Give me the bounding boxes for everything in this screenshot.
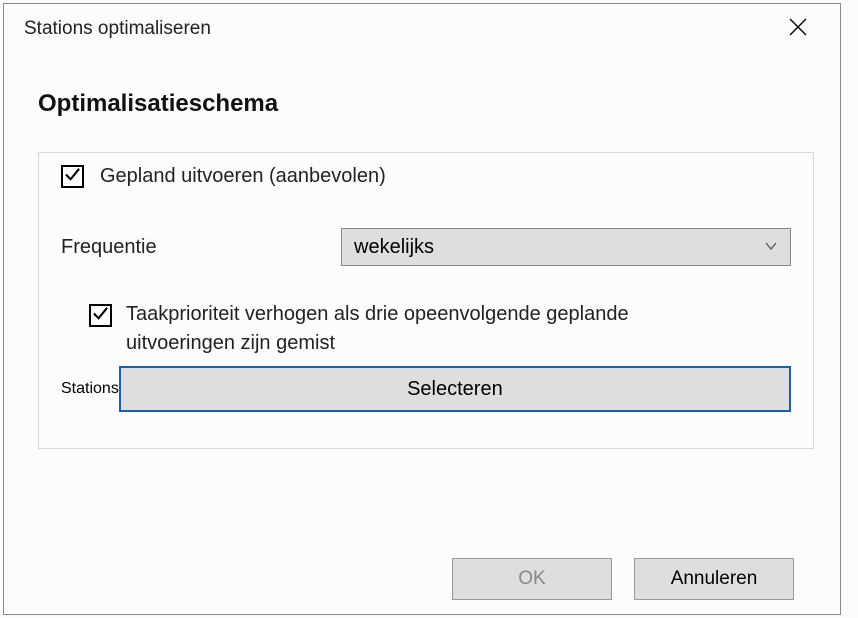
cancel-button[interactable]: Annuleren bbox=[634, 558, 794, 600]
content-area: Optimalisatieschema Gepland uitvoeren (a… bbox=[4, 50, 840, 449]
scheduled-run-label: Gepland uitvoeren (aanbevolen) bbox=[100, 165, 386, 188]
close-icon bbox=[789, 18, 807, 41]
priority-label: Taakprioriteit verhogen als drie opeenvo… bbox=[126, 300, 726, 358]
ok-button-label: OK bbox=[518, 568, 545, 590]
frequency-select[interactable]: wekelijks bbox=[341, 228, 791, 266]
close-button[interactable] bbox=[776, 14, 820, 44]
scheduled-run-row: Gepland uitvoeren (aanbevolen) bbox=[61, 165, 791, 188]
stations-row: Stations Selecteren bbox=[61, 366, 791, 412]
dialog-footer: OK Annuleren bbox=[452, 558, 794, 600]
ok-button[interactable]: OK bbox=[452, 558, 612, 600]
cancel-button-label: Annuleren bbox=[671, 568, 758, 590]
stations-select-button[interactable]: Selecteren bbox=[119, 366, 791, 412]
dialog-window: Stations optimaliseren Optimalisatiesche… bbox=[3, 3, 841, 615]
section-heading: Optimalisatieschema bbox=[38, 90, 814, 118]
scheduled-run-checkbox[interactable] bbox=[61, 165, 84, 188]
priority-checkbox[interactable] bbox=[89, 304, 112, 327]
schedule-groupbox: Gepland uitvoeren (aanbevolen) Frequenti… bbox=[38, 152, 814, 449]
window-title: Stations optimaliseren bbox=[24, 18, 211, 40]
priority-row: Taakprioriteit verhogen als drie opeenvo… bbox=[89, 300, 791, 358]
check-icon bbox=[64, 166, 81, 188]
stations-button-label: Selecteren bbox=[407, 378, 503, 401]
frequency-value: wekelijks bbox=[354, 236, 434, 259]
check-icon bbox=[92, 305, 109, 327]
stations-label: Stations bbox=[61, 380, 119, 398]
chevron-down-icon bbox=[764, 236, 778, 259]
frequency-row: Frequentie wekelijks bbox=[61, 228, 791, 266]
frequency-label: Frequentie bbox=[61, 236, 341, 259]
titlebar: Stations optimaliseren bbox=[4, 4, 840, 50]
